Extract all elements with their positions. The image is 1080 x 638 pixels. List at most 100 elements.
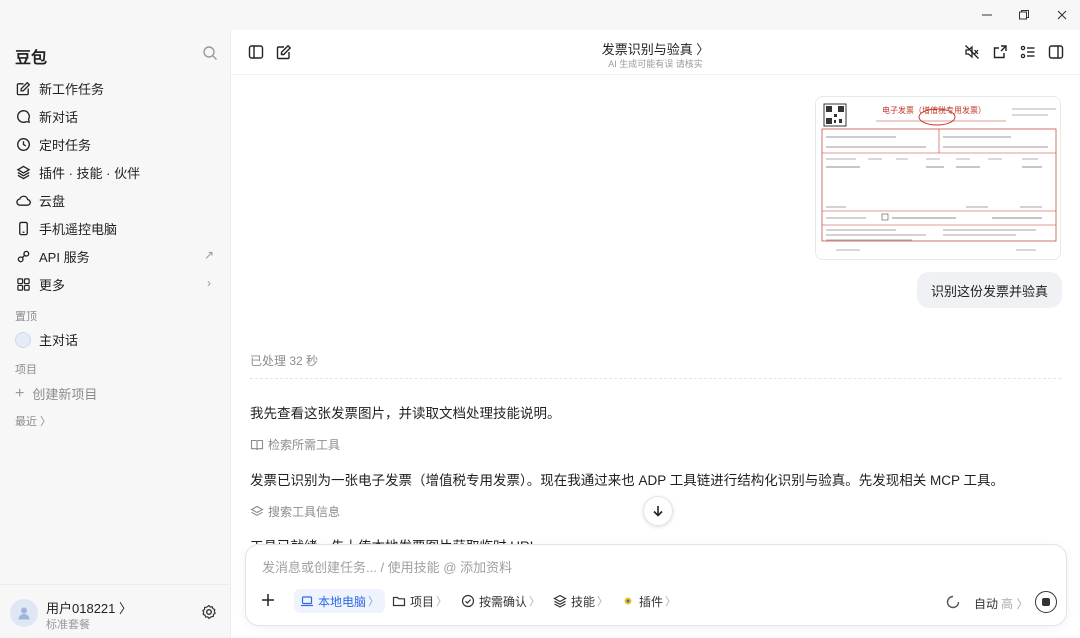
clock-icon (15, 136, 31, 152)
avatar[interactable] (10, 599, 38, 627)
sidebar-item-label: 新对话 (39, 109, 79, 125)
sidebar-item-phone-remote[interactable]: 手机遥控电脑 (0, 214, 231, 242)
invoice-thumbnail: 电子发票（增值税专用发票） (816, 97, 1060, 259)
invoice-heading: 电子发票（增值税专用发票） (882, 105, 986, 115)
sidebar-item-label: 插件 · 技能 · 伙伴 (39, 165, 141, 181)
stop-icon (1042, 598, 1050, 606)
search-icon[interactable] (202, 45, 218, 61)
user-plan: 标准套餐 (46, 619, 90, 631)
ai-message-line: 发票已识别为一张电子发票（增值税专用发票）。现在我通过来也 ADP 工具链进行结… (250, 473, 1005, 488)
project-chip[interactable]: 项目 〉 (386, 589, 453, 613)
brand-name: 豆包 (15, 50, 48, 67)
sidebar-item-plugins[interactable]: 插件 · 技能 · 伙伴 (0, 158, 231, 186)
link-icon (15, 248, 31, 264)
message-input[interactable] (262, 557, 962, 577)
conversation-header: 发票识别与验真 〉 AI 生成可能有误 请核实 (231, 30, 1080, 75)
restore-icon[interactable] (1015, 6, 1033, 24)
mode-label[interactable]: 自动 (974, 595, 998, 612)
chip-label: 技能 (571, 594, 596, 609)
sidebar-item-new-task[interactable]: 新工作任务 (0, 74, 231, 102)
message-composer: 本地电脑 〉 项目 〉 按需确认 〉 技能 〉 插件 〉 自动 高 〉 (245, 544, 1067, 626)
tool-step-label: 搜索工具信息 (268, 505, 341, 519)
chat-bubble-icon (15, 108, 31, 124)
sidebar-item-label: 定时任务 (39, 137, 92, 153)
pinned-section-label: 置顶 (15, 311, 37, 323)
sidebar-item-api[interactable]: API 服务 ↗ (0, 242, 231, 270)
sidebar-item-scheduled[interactable]: 定时任务 (0, 130, 231, 158)
plugins-chip[interactable]: 插件 〉 (615, 589, 682, 613)
create-project-button[interactable]: + 创建新项目 (15, 384, 97, 403)
sidebar-item-more[interactable]: 更多 › (0, 270, 231, 298)
sidebar-item-label: 主对话 (39, 333, 79, 348)
chat-avatar-icon (15, 331, 31, 348)
laptop-icon (300, 594, 314, 608)
confirm-mode-chip[interactable]: 按需确认 〉 (455, 589, 546, 613)
gear-icon[interactable] (201, 604, 217, 620)
phone-icon (15, 220, 31, 236)
layers-icon (250, 505, 264, 519)
chevron-right-icon: 〉 (529, 596, 541, 608)
chevron-right-icon: 〉 (368, 596, 380, 608)
plus-icon: + (15, 384, 25, 402)
grid-icon (15, 276, 31, 292)
loading-spinner-icon (946, 595, 960, 609)
mute-icon[interactable] (964, 44, 980, 60)
ai-message-line: 工具已就绪。先上传本地发票图片获取临时 URL。 (250, 535, 551, 544)
plus-icon[interactable] (260, 592, 276, 608)
user-area[interactable]: 用户018221 〉 标准套餐 (0, 584, 231, 638)
sidebar-item-main-chat[interactable]: 主对话 (15, 330, 78, 349)
chevron-right-icon: 〉 (436, 596, 448, 608)
cloud-icon (15, 192, 31, 208)
scroll-to-bottom-button[interactable] (643, 496, 673, 526)
sidebar-item-new-chat[interactable]: 新对话 (0, 102, 231, 130)
arrow-down-icon (653, 506, 663, 517)
create-project-label: 创建新项目 (32, 387, 98, 402)
chevron-right-icon: 〉 (665, 596, 677, 608)
sidebar-item-cloud[interactable]: 云盘 (0, 186, 231, 214)
page-title[interactable]: 发票识别与验真 〉 (231, 39, 1080, 58)
main-panel: 发票识别与验真 〉 AI 生成可能有误 请核实 电子发票（增值税专用发票） 识别… (231, 30, 1080, 638)
user-name[interactable]: 用户018221 〉 (46, 598, 132, 617)
ai-disclaimer: AI 生成可能有误 请核实 (608, 59, 703, 69)
title-bar (0, 0, 1080, 30)
skills-chip[interactable]: 技能 〉 (547, 589, 614, 613)
plugin-icon (621, 594, 635, 608)
invoice-image-attachment[interactable]: 电子发票（增值税专用发票） (815, 96, 1061, 260)
tool-step[interactable]: 检索所需工具 (250, 436, 340, 453)
close-icon[interactable] (1053, 6, 1071, 24)
book-icon (250, 438, 264, 452)
processing-time[interactable]: 已处理 32 秒 (250, 352, 318, 369)
layers-icon (15, 164, 31, 180)
task-list-icon[interactable] (1020, 44, 1036, 60)
stop-button[interactable] (1035, 591, 1057, 613)
layers-icon (553, 594, 567, 608)
chevron-right-icon: 〉 (597, 596, 609, 608)
sidebar-item-label: 云盘 (39, 193, 66, 209)
qr-code-icon (823, 103, 847, 127)
chip-label: 项目 (410, 594, 435, 609)
sidebar-nav: 新工作任务 新对话 定时任务 插件 · 技能 · 伙伴 云盘 手机遥控电脑 AP… (0, 74, 231, 298)
edit-icon (15, 80, 31, 96)
folder-icon (392, 594, 406, 608)
chevron-right-icon: › (207, 276, 211, 290)
check-circle-icon (461, 594, 475, 608)
user-message-bubble: 识别这份发票并验真 (917, 272, 1062, 308)
sidebar-item-label: 新工作任务 (39, 81, 105, 97)
ai-message-line: 我先查看这张发票图片，并读取文档处理技能说明。 (250, 406, 561, 421)
divider (250, 378, 1061, 379)
chip-label: 本地电脑 (318, 594, 367, 609)
mode-level[interactable]: 高 〉 (1001, 595, 1028, 612)
chip-label: 插件 (639, 594, 664, 609)
right-panel-toggle-icon[interactable] (1048, 44, 1064, 60)
share-icon[interactable] (992, 44, 1008, 60)
tool-step[interactable]: 搜索工具信息 (250, 503, 340, 520)
tool-step-label: 检索所需工具 (268, 438, 341, 452)
sidebar-item-label: API 服务 (39, 249, 90, 265)
sidebar: 豆包 新工作任务 新对话 定时任务 插件 · 技能 · 伙伴 云盘 手机遥控电脑 (0, 30, 231, 638)
local-computer-chip[interactable]: 本地电脑 〉 (294, 589, 386, 613)
minimize-icon[interactable] (978, 6, 996, 24)
projects-section-label: 项目 (15, 364, 37, 376)
chip-label: 按需确认 (479, 594, 528, 609)
recent-section-label[interactable]: 最近 〉 (15, 413, 51, 429)
sidebar-item-label: 更多 (39, 277, 66, 293)
